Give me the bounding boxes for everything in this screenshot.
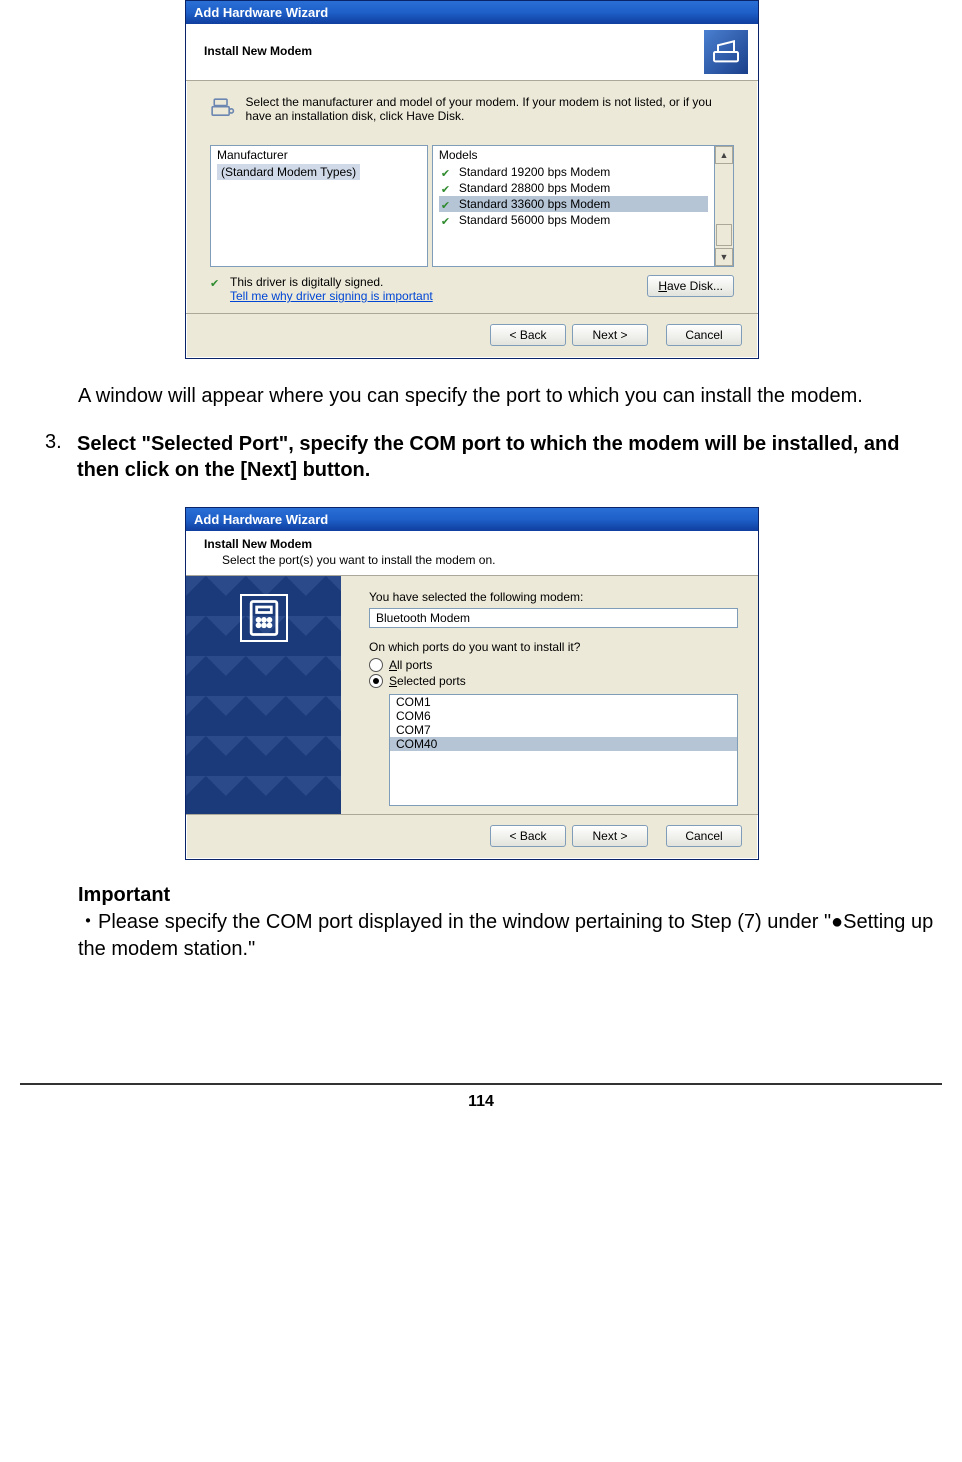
doc-paragraph: A window will appear where you can speci… [78,383,922,409]
cancel-button[interactable]: Cancel [666,324,742,346]
radio-selected-ports[interactable]: Selected ports Selected ports [369,674,738,688]
wizard-select-port: Add Hardware Wizard Install New Modem Se… [185,507,759,860]
signed-text: This driver is digitally signed. [230,275,433,289]
signed-check-icon: ✔ [210,277,224,287]
have-disk-button[interactable]: HHave Disk...ave Disk... [647,275,734,297]
wizard-instruction: Select the manufacturer and model of you… [246,95,734,123]
port-list[interactable]: COM1 COM6 COM7 COM40 [389,694,738,806]
selected-modem-label: You have selected the following modem: [369,590,738,604]
scroll-down-icon[interactable]: ▼ [715,248,733,266]
banner-title: Install New Modem [204,537,748,551]
phone-icon [240,594,288,642]
ports-question: On which ports do you want to install it… [369,640,738,654]
modem-banner-icon [704,30,748,74]
radio-icon [369,658,383,672]
step-3: 3. Select "Selected Port", specify the C… [45,431,942,483]
important-label: Important [78,884,942,907]
wizard-titlebar[interactable]: Add Hardware Wizard [186,508,758,531]
port-item-selected[interactable]: COM40 [390,737,737,751]
model-item[interactable]: ✔ Standard 28800 bps Modem [439,180,708,196]
selected-modem-field: Bluetooth Modem [369,608,738,628]
manufacturer-list[interactable]: Manufacturer (Standard Modem Types) [210,145,428,267]
port-item[interactable]: COM7 [390,723,737,737]
important-body: ・Please specify the COM port displayed i… [78,909,942,963]
wizard-side-art [186,576,341,814]
model-item[interactable]: ✔ Standard 19200 bps Modem [439,164,708,180]
back-button[interactable]: < Back [490,324,566,346]
scroll-thumb[interactable] [716,224,732,246]
model-label: Standard 28800 bps Modem [459,181,610,195]
step-number: 3. [45,431,67,483]
scroll-up-icon[interactable]: ▲ [715,146,733,164]
port-item[interactable]: COM6 [390,709,737,723]
radio-all-ports[interactable]: All ports All ports [369,658,738,672]
check-icon: ✔ [441,167,455,177]
wizard-select-modem: Add Hardware Wizard Install New Modem Se… [185,0,759,359]
model-item[interactable]: ✔ Standard 56000 bps Modem [439,212,708,228]
important-note: Important ・Please specify the COM port d… [78,884,942,963]
port-item[interactable]: COM1 [390,695,737,709]
models-scrollbar[interactable]: ▲ ▼ [715,145,734,267]
wizard-banner: Install New Modem Select the port(s) you… [186,531,758,576]
models-list[interactable]: Models ✔ Standard 19200 bps Modem ✔ Standa… [432,145,715,267]
banner-title: Install New Modem [204,44,704,58]
check-icon: ✔ [441,183,455,193]
check-icon: ✔ [441,199,455,209]
modem-icon [210,91,236,127]
model-item-selected[interactable]: ✔ Standard 33600 bps Modem [439,196,708,212]
page-footer: 114 [20,1083,942,1119]
radio-icon-selected [369,674,383,688]
wizard-banner: Install New Modem [186,24,758,81]
page-number: 114 [468,1093,494,1110]
model-label: Standard 19200 bps Modem [459,165,610,179]
step-text: Select "Selected Port", specify the COM … [77,431,942,483]
driver-signing-link[interactable]: Tell me why driver signing is important [230,289,433,303]
next-button[interactable]: Next > [572,825,648,847]
models-header: Models [433,146,714,164]
check-icon: ✔ [441,215,455,225]
cancel-button[interactable]: Cancel [666,825,742,847]
model-label: Standard 33600 bps Modem [459,197,610,211]
banner-subtitle: Select the port(s) you want to install t… [222,553,748,567]
manufacturer-header: Manufacturer [211,146,427,164]
next-button[interactable]: Next > [572,324,648,346]
wizard-titlebar[interactable]: Add Hardware Wizard [186,1,758,24]
back-button[interactable]: < Back [490,825,566,847]
model-label: Standard 56000 bps Modem [459,213,610,227]
manufacturer-item[interactable]: (Standard Modem Types) [217,164,360,180]
